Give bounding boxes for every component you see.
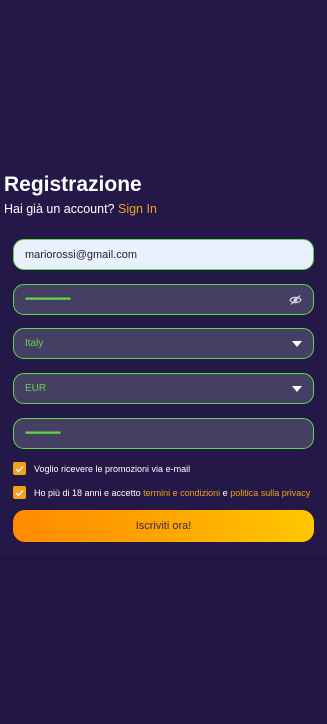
age-terms-prefix: Ho più di 18 anni e accetto bbox=[34, 487, 141, 498]
code-value: •••••••••••••• bbox=[25, 427, 61, 439]
caret-down-icon bbox=[292, 340, 302, 347]
email-field[interactable]: mariorossi@gmail.com bbox=[13, 239, 314, 270]
promo-label: Voglio ricevere le promozioni via e-mail bbox=[34, 463, 191, 474]
password-field[interactable]: •••••••••••••••••• bbox=[13, 284, 314, 315]
and-text: e bbox=[222, 487, 228, 498]
signup-submit-button[interactable]: Iscriviti ora! bbox=[13, 510, 314, 542]
age-terms-checkbox-row: Ho più di 18 anni e accetto termini e co… bbox=[13, 486, 310, 499]
checkmark-icon bbox=[15, 489, 24, 497]
email-value: mariorossi@gmail.com bbox=[25, 248, 138, 261]
sign-in-link[interactable]: Sign In bbox=[118, 202, 157, 216]
currency-value: EUR bbox=[25, 383, 47, 394]
country-select[interactable]: Italy bbox=[13, 328, 314, 359]
promo-checkbox[interactable] bbox=[13, 462, 26, 475]
signin-prompt: Hai già un account? Sign In bbox=[4, 202, 157, 216]
terms-link[interactable]: termini e condizioni bbox=[143, 488, 220, 498]
password-value: •••••••••••••••••• bbox=[25, 293, 71, 305]
privacy-link[interactable]: politica sulla privacy bbox=[230, 488, 310, 498]
code-field[interactable]: •••••••••••••• bbox=[13, 418, 314, 449]
signin-prompt-text: Hai già un account? bbox=[4, 202, 115, 216]
currency-select[interactable]: EUR bbox=[13, 373, 314, 404]
page-title: Registrazione bbox=[4, 173, 142, 196]
age-terms-checkbox[interactable] bbox=[13, 486, 26, 499]
country-value: Italy bbox=[25, 338, 44, 349]
caret-down-icon bbox=[292, 385, 302, 392]
password-visibility-toggle[interactable] bbox=[289, 294, 302, 305]
registration-panel: Registrazione Hai già un account? Sign I… bbox=[0, 0, 327, 556]
eye-slash-icon bbox=[289, 294, 302, 305]
age-terms-label: Ho più di 18 anni e accetto termini e co… bbox=[34, 488, 310, 498]
promo-checkbox-row: Voglio ricevere le promozioni via e-mail bbox=[13, 462, 190, 475]
checkmark-icon bbox=[15, 465, 24, 473]
